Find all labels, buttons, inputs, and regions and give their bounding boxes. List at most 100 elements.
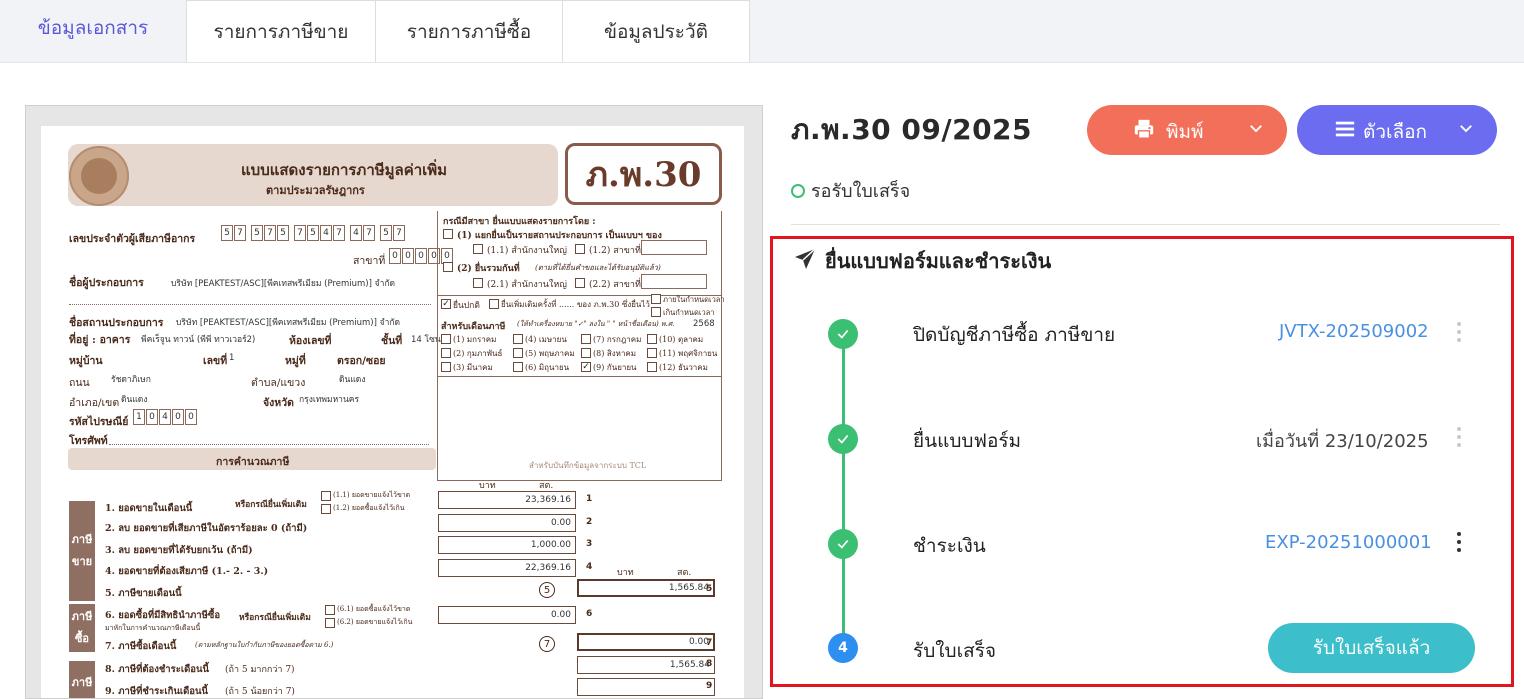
branch-case-1-1: (1.1) สำนักงานใหญ่ <box>487 246 567 256</box>
row-6-amount: 0.00 <box>438 606 576 624</box>
subdistrict-value: ดินแดง <box>339 375 366 385</box>
divider <box>791 224 1500 225</box>
row-3-no: 3 <box>586 539 593 549</box>
step-2-date: เมื่อวันที่ 23/10/2025 <box>1256 431 1429 452</box>
menu-icon <box>1334 118 1356 145</box>
filing-normal: ยื่นปกติ <box>453 301 480 311</box>
col-baht: บาท <box>479 481 496 491</box>
step-3-link[interactable]: EXP-20251000001 <box>1265 532 1432 553</box>
row-5-amount: 1,565.84 <box>577 579 715 597</box>
row-7-amount: 0.00 <box>577 633 715 651</box>
postcode-boxes: 10400 <box>133 409 198 425</box>
tab-history[interactable]: ข้อมูลประวัติ <box>562 0 750 62</box>
operator-value: บริษัท [PEAKTEST/ASC][พีคเทสพรีเมียม (Pr… <box>171 279 396 289</box>
step-4-label: รับใบเสร็จ <box>913 640 997 662</box>
row-8-note: (ถ้า 5 มากกว่า 7) <box>225 665 295 675</box>
row-4-amount: 22,369.16 <box>438 559 576 577</box>
province-label: จังหวัด <box>263 397 294 409</box>
row-1-amount: 23,369.16 <box>438 491 576 509</box>
printer-icon <box>1133 118 1155 145</box>
place-value: บริษัท [PEAKTEST/ASC][พีคเทสพรีเมียม (Pr… <box>176 318 401 328</box>
form-subtitle: ตามประมวลรัษฎากร <box>266 184 365 197</box>
row-1-no: 1 <box>586 494 593 504</box>
step-2-more-icon[interactable] <box>1456 427 1462 447</box>
options-button[interactable]: ตัวเลือก <box>1297 105 1497 155</box>
row-2-no: 2 <box>586 517 593 527</box>
branch-label: สาขาที่ <box>353 255 386 267</box>
province-value: กรุงเทพมหานคร <box>299 395 360 405</box>
process-title-text: ยื่นแบบฟอร์มและชำระเงิน <box>825 249 1052 273</box>
row-9-label: 9. ภาษีที่ชำระเกินเดือนนี้ <box>105 686 208 697</box>
branch-case-1-2: (1.2) สาขาที่ <box>589 246 641 256</box>
row-6-no: 6 <box>586 609 593 619</box>
step-1-check-icon <box>828 319 858 349</box>
row-4-label: 4. ยอดขายที่ต้องเสียภาษี (1.- 2. - 3.) <box>105 566 269 577</box>
step-1-more-icon[interactable] <box>1456 322 1462 342</box>
row-3-amount: 1,000.00 <box>438 536 576 554</box>
side-tag-purchase: ภาษี ซื้อ <box>69 604 95 652</box>
row-6-sub: มาหักในการคำนวณภาษีเดือนนี้ <box>105 624 201 632</box>
step-2-label: ยื่นแบบฟอร์ม <box>913 430 1022 452</box>
room-label: ห้องเลขที่ <box>289 335 332 347</box>
tax-id-label: เลขประจำตัวผู้เสียภาษีอากร <box>69 233 196 245</box>
branch-case-2-1: (2.1) สำนักงานใหญ่ <box>487 280 567 290</box>
print-button[interactable]: พิมพ์ <box>1087 105 1287 155</box>
building-value: พีคเร็จูน ทาวน์ (พีพี ทาวเวอร์2) <box>141 335 256 345</box>
row-9-amount <box>577 678 715 696</box>
row-8-label: 8. ภาษีที่ต้องชำระเดือนนี้ <box>105 664 209 675</box>
tab-document-info[interactable]: ข้อมูลเอกสาร <box>0 0 186 62</box>
tab-purchase-tax[interactable]: รายการภาษีซื้อ <box>375 0 563 62</box>
tab-sales-tax[interactable]: รายการภาษีขาย <box>186 0 376 62</box>
step-2-check-icon <box>828 424 858 454</box>
address-label: ที่อยู่ : อาคาร <box>69 334 131 346</box>
tab-label: ข้อมูลเอกสาร <box>37 17 149 39</box>
extra-6-2: (6.2) ยอดขายแจ้งไว้เกิน <box>337 618 413 626</box>
no-value: 1 <box>229 353 235 363</box>
floor-label: ชั้นที่ <box>381 335 403 347</box>
row-9-note: (ถ้า 5 น้อยกว่า 7) <box>225 687 295 697</box>
subdistrict-label: ตำบล/แขวง <box>251 377 306 389</box>
tab-label: รายการภาษีซื้อ <box>406 20 532 43</box>
row-7-note: (ตามหลักฐานใบกำกับภาษีของยอดซื้อตาม 6.) <box>195 641 334 649</box>
tax-id-boxes: 57 575 7547 47 57 <box>221 225 406 241</box>
status-dot-icon <box>791 183 805 198</box>
revenue-department-seal-icon <box>69 146 129 206</box>
highlight-box <box>770 236 1514 687</box>
step-1-label: ปิดบัญชีภาษีซื้อ ภาษีขาย <box>913 324 1116 346</box>
step-3-check-icon <box>828 529 858 559</box>
status-text: รอรับใบเสร็จ <box>811 181 911 202</box>
extra-1-1: (1.1) ยอดขายแจ้งไว้ขาด <box>333 491 411 499</box>
road-value: รัชดาภิเษก <box>111 375 151 385</box>
receipt-received-button[interactable]: รับใบเสร็จแล้ว <box>1268 623 1475 673</box>
village-label: หมู่บ้าน <box>69 355 103 367</box>
row-5-no: 5 <box>706 584 713 594</box>
district-label: อำเภอ/เขต <box>69 397 120 409</box>
branch-case-2-note: (ตามที่ได้ยื่นคำขอและได้รับอนุมัติแล้ว) <box>535 263 661 272</box>
row-7-no: 7 <box>706 638 713 648</box>
side-tag-net: ภาษี มูลค่า <box>68 661 96 698</box>
chevron-down-icon[interactable] <box>1247 119 1265 142</box>
tab-label: ข้อมูลประวัติ <box>603 20 709 43</box>
calc-header: การคำนวณภาษี <box>216 456 290 468</box>
tab-label: รายการภาษีขาย <box>213 20 349 43</box>
filing-additional: ยื่นเพิ่มเติมครั้งที่ ...... ของ ภ.พ.30 … <box>501 300 650 309</box>
moo-label: หมู่ที่ <box>285 355 306 367</box>
status-badge: รอรับใบเสร็จ <box>791 176 910 205</box>
filing-late: เกินกำหนดเวลา <box>663 308 715 317</box>
document-title: ภ.พ.30 09/2025 <box>791 113 1033 146</box>
row-7-label: 7. ภาษีซื้อเดือนนี้ <box>105 641 177 652</box>
row-5-label: 5. ภาษีขายเดือนนี้ <box>105 588 182 599</box>
postcode-label: รหัสไปรษณีย์ <box>69 416 129 428</box>
chevron-down-icon[interactable] <box>1457 119 1475 142</box>
step-1-link[interactable]: JVTX-202509002 <box>1279 321 1429 342</box>
row-2-label: 2. ลบ ยอดขายที่เสียภาษีในอัตราร้อยละ 0 (… <box>105 523 308 534</box>
step-3-more-icon[interactable] <box>1456 532 1462 552</box>
place-label: ชื่อสถานประกอบการ <box>69 317 164 329</box>
row-4-no: 4 <box>586 562 593 572</box>
branch-case-2-2: (2.2) สาขาที่ <box>589 280 641 290</box>
options-label: ตัวเลือก <box>1363 121 1428 143</box>
pp30-form: แบบแสดงรายการภาษีมูลค่าเพิ่ม ตามประมวลรั… <box>41 126 744 698</box>
row-1-label: 1. ยอดขายในเดือนนี้ <box>105 503 193 514</box>
document-preview[interactable]: แบบแสดงรายการภาษีมูลค่าเพิ่ม ตามประมวลรั… <box>25 105 763 699</box>
row-8-amount: 1,565.84 <box>577 656 715 674</box>
